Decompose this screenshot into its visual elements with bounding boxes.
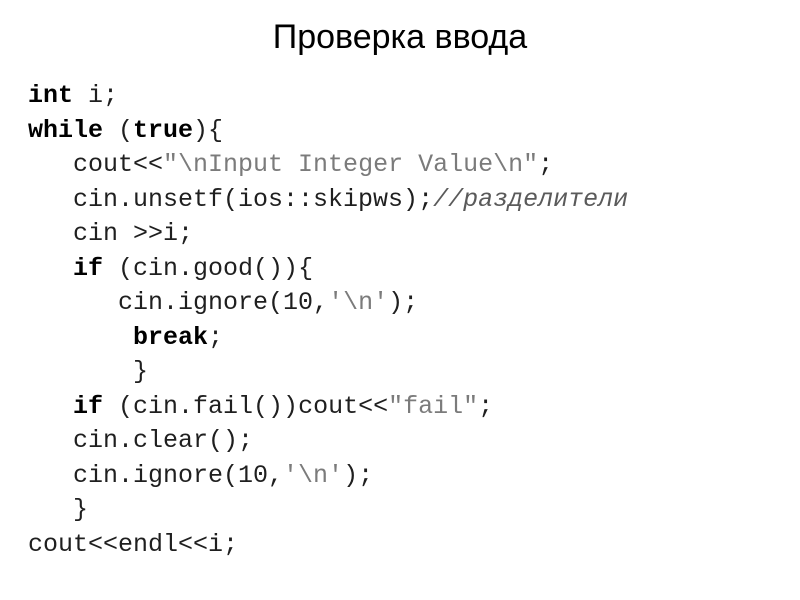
code-text [28,392,73,421]
keyword-if: if [73,392,103,421]
code-text: i; [73,81,118,110]
char-literal: '\n' [283,461,343,490]
string-literal: "fail" [388,392,478,421]
keyword-break: break [133,323,208,352]
char-literal: '\n' [328,288,388,317]
code-text: cin.ignore(10, [28,461,283,490]
keyword-if: if [73,254,103,283]
code-line: cout<<endl<<i; [28,530,238,559]
keyword-while: while [28,116,103,145]
code-line: if (cin.good()){ [28,254,313,283]
code-text [28,323,133,352]
code-line: cin.ignore(10,'\n'); [28,288,418,317]
code-line: cin.clear(); [28,426,253,455]
code-text: ); [388,288,418,317]
code-line: cin >>i; [28,219,193,248]
code-text: } [28,357,148,386]
code-text: (cin.fail())cout<< [103,392,388,421]
code-text: } [28,495,88,524]
code-text: (cin.good()){ [103,254,313,283]
code-line: int i; [28,81,118,110]
code-line: break; [28,323,223,352]
code-text [28,254,73,283]
code-line: if (cin.fail())cout<<"fail"; [28,392,493,421]
keyword-int: int [28,81,73,110]
code-line: cout<<"\nInput Integer Value\n"; [28,150,553,179]
keyword-true: true [133,116,193,145]
code-text: ){ [193,116,223,145]
code-line: cin.ignore(10,'\n'); [28,461,373,490]
code-line: while (true){ [28,116,223,145]
code-line: cin.unsetf(ios::skipws);//разделители [28,185,628,214]
code-text: cin.unsetf(ios::skipws); [28,185,433,214]
code-line: } [28,495,88,524]
string-literal: "\nInput Integer Value\n" [163,150,538,179]
comment: //разделители [433,185,628,214]
code-text: ; [478,392,493,421]
code-text: ; [538,150,553,179]
code-text: cin >>i; [28,219,193,248]
code-text: ); [343,461,373,490]
code-text: cin.clear(); [28,426,253,455]
code-line: } [28,357,148,386]
code-text: cout<< [28,150,163,179]
slide-title: Проверка ввода [28,18,772,57]
code-text: cout<<endl<<i; [28,530,238,559]
code-block: int i; while (true){ cout<<"\nInput Inte… [28,79,772,562]
code-text: ; [208,323,223,352]
code-text: ( [103,116,133,145]
code-text: cin.ignore(10, [28,288,328,317]
